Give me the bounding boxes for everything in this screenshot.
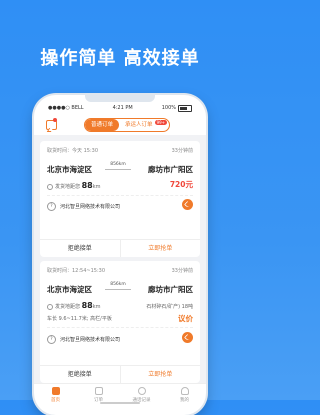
tab-call-log[interactable]: 通话记录 [120, 384, 163, 408]
destination: 廊坊市广阳区 [148, 165, 193, 174]
order-card[interactable]: 取货时间：12:54~15:30 33分钟前 北京市海淀区 856km 廊坊市广… [40, 261, 200, 383]
dispatch-label: 发货地距您 [55, 304, 81, 310]
origin: 北京市海淀区 [47, 165, 92, 174]
order-list: 取货时间：今天 15:30 33分钟前 北京市海淀区 856km 廊坊市广阳区 … [34, 135, 206, 383]
company-avatar-icon: ? [47, 202, 56, 211]
grab-order-button[interactable]: 立即抢单 [121, 366, 201, 383]
posted-ago: 33分钟前 [171, 268, 193, 274]
phone-notch [85, 94, 155, 102]
call-button[interactable] [182, 332, 193, 343]
home-indicator [100, 402, 140, 404]
dispatch-value: 88 [81, 301, 93, 310]
company-avatar-icon: ? [47, 335, 56, 344]
tab-home[interactable]: 首页 [34, 384, 77, 408]
tab-profile[interactable]: 我的 [163, 384, 206, 408]
company: ? 河北智旦网络技术有限公司 [47, 335, 120, 344]
vehicle-info: 车长 9.6~11.7米; 高栏/平板 [47, 316, 112, 322]
reject-button[interactable]: 拒绝接单 [40, 240, 121, 257]
tab-home-label: 首页 [51, 398, 60, 403]
call-button[interactable] [182, 199, 193, 210]
tab-carrier-orders-label: 承运人订单 [125, 122, 153, 128]
price: 720元 [169, 180, 193, 189]
route: 北京市海淀区 856km 廊坊市广阳区 [47, 282, 193, 296]
battery-percent: 100% [161, 105, 176, 111]
profile-icon [180, 387, 189, 395]
company: ? 河北智旦网络技术有限公司 [47, 202, 120, 211]
unread-dot [53, 118, 57, 122]
order-actions: 拒绝接单 立即抢单 [40, 239, 200, 257]
destination: 廊坊市广阳区 [148, 285, 193, 294]
call-log-icon [137, 387, 146, 395]
company-name: 河北智旦网络技术有限公司 [60, 337, 121, 343]
dispatch-value: 88 [81, 181, 93, 190]
app-bar: 普通订单 承运人订单 99+ [34, 117, 206, 133]
order-card[interactable]: 取货时间：今天 15:30 33分钟前 北京市海淀区 856km 廊坊市广阳区 … [40, 141, 200, 257]
origin: 北京市海淀区 [47, 285, 92, 294]
tab-carrier-orders[interactable]: 承运人订单 99+ [119, 119, 169, 131]
divider [47, 195, 193, 196]
distance: 856km [110, 282, 126, 287]
time-label: 4:21 PM [112, 105, 133, 111]
app-screenshot: { "headline": "操作简单 高效接单", "status_bar":… [0, 0, 240, 415]
route: 北京市海淀区 856km 廊坊市广阳区 [47, 162, 193, 176]
tab-orders[interactable]: 订单 [77, 384, 120, 408]
tab-normal-orders[interactable]: 普通订单 [85, 119, 120, 131]
tab-badge: 99+ [155, 120, 167, 125]
dispatch-label: 发货地距您 [55, 184, 81, 190]
orders-icon [94, 387, 103, 395]
cargo-info: 石材碎石/矿产) 18吨 [146, 304, 193, 310]
distance: 856km [110, 162, 126, 167]
grab-order-button[interactable]: 立即抢单 [121, 240, 201, 257]
pickup-time: 取货时间：今天 15:30 [47, 148, 98, 154]
battery-icon [178, 104, 192, 112]
tab-profile-label: 我的 [180, 398, 189, 403]
dispatch-unit: km [92, 184, 101, 190]
route-line [105, 289, 131, 290]
home-icon [51, 387, 60, 395]
order-type-switch: 普通订单 承运人订单 99+ [84, 118, 170, 132]
posted-ago: 33分钟前 [171, 148, 193, 154]
carrier-label: ●●●●○ BELL [48, 105, 84, 111]
divider [47, 327, 193, 328]
price: 议价 [178, 314, 193, 323]
company-name: 河北智旦网络技术有限公司 [60, 204, 121, 210]
headline: 操作简单 高效接单 [40, 48, 200, 69]
order-actions: 拒绝接单 立即抢单 [40, 365, 200, 383]
location-pin-icon [47, 183, 53, 190]
reject-button[interactable]: 拒绝接单 [40, 366, 121, 383]
route-line [105, 169, 131, 170]
status-bar: ●●●●○ BELL 4:21 PM 100% [48, 103, 192, 113]
location-pin-icon [47, 303, 53, 310]
bottom-tab-bar: 首页 订单 通话记录 我的 [34, 383, 206, 408]
pickup-time: 取货时间：12:54~15:30 [47, 268, 106, 274]
dispatch-unit: km [92, 304, 101, 310]
phone-frame: ●●●●○ BELL 4:21 PM 100% 普通订单 承运人订单 99+ 取… [34, 94, 206, 415]
